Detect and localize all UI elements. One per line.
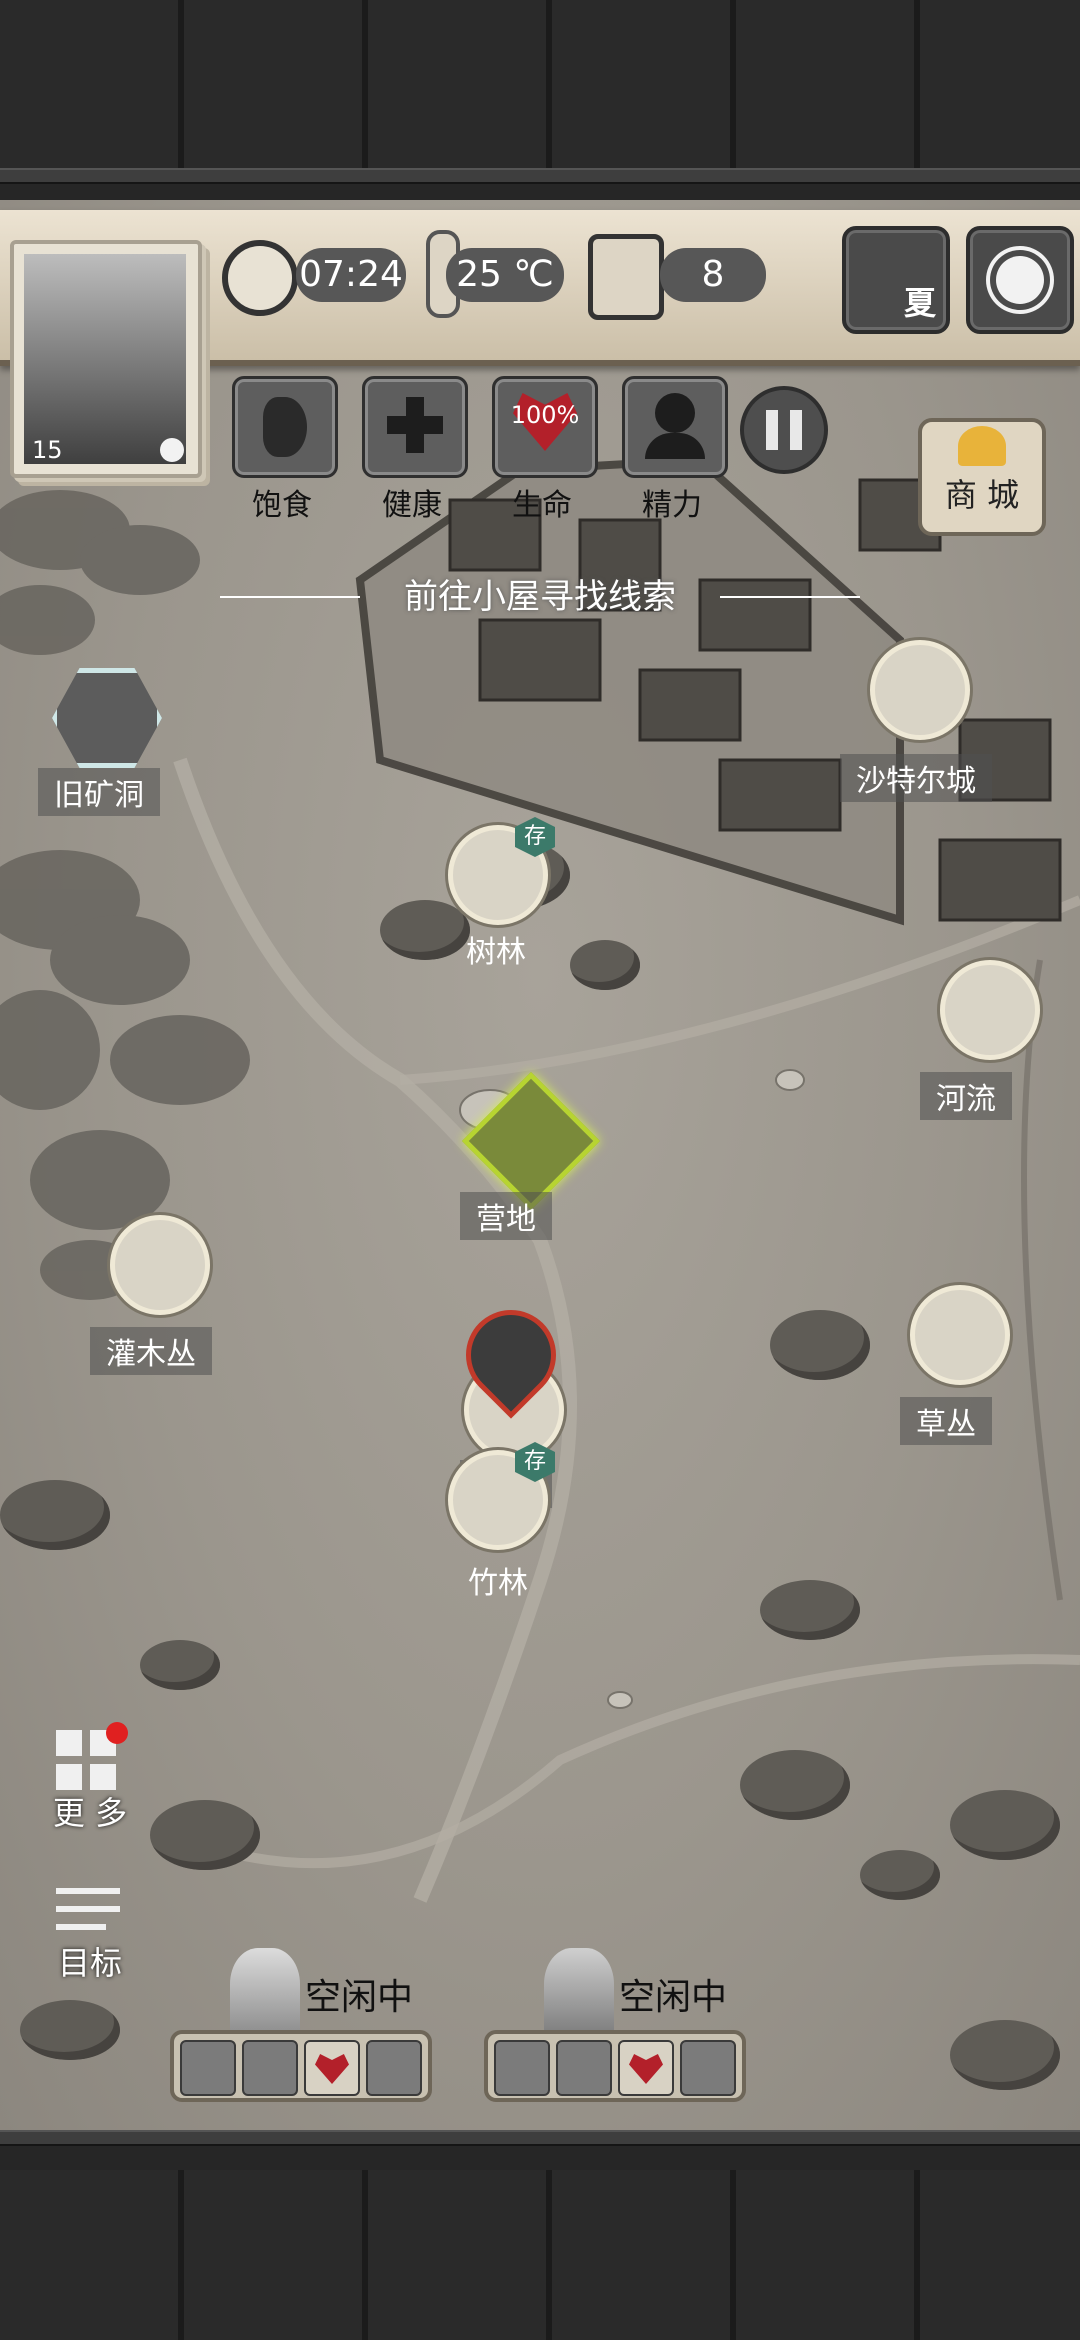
player-portrait-card[interactable]: 15	[10, 240, 202, 478]
cross-icon	[242, 2040, 298, 2096]
cross-icon	[556, 2040, 612, 2096]
worker-slot-1[interactable]: 空闲中	[170, 1948, 460, 2102]
person-icon	[366, 2040, 422, 2096]
location-label: 灌木丛	[90, 1327, 212, 1375]
person-icon	[655, 393, 695, 433]
shop-button[interactable]: 商 城	[918, 418, 1046, 536]
location-label: 竹林	[468, 1566, 528, 1601]
worker-portrait	[544, 1948, 614, 2038]
season-button[interactable]: 夏	[842, 226, 950, 334]
tree	[0, 1480, 110, 1550]
tree	[150, 1800, 260, 1870]
stat-energy-button[interactable]	[622, 376, 728, 478]
day-display: 8	[660, 248, 766, 302]
location-label: 河流	[920, 1072, 1012, 1120]
stat-label: 精力	[642, 488, 702, 523]
party-icon	[160, 438, 184, 462]
heart-icon	[618, 2040, 674, 2096]
season-label: 夏	[903, 284, 936, 322]
tree	[760, 1580, 860, 1640]
stat-label: 生命	[512, 488, 572, 523]
tree	[770, 1310, 870, 1380]
clock-icon	[222, 240, 298, 316]
worker-portrait	[230, 1948, 300, 2038]
more-label: 更 多	[52, 1794, 128, 1832]
temperature-display: 25 ℃	[446, 248, 564, 302]
life-percent: 100%	[510, 401, 580, 429]
checklist-icon	[56, 1888, 120, 1932]
location-label: 沙特尔城	[840, 754, 992, 802]
worker-slot-2[interactable]: 空闲中	[484, 1948, 774, 2102]
time-display: 07:24	[296, 248, 406, 302]
cross-icon	[387, 397, 443, 453]
pause-icon	[766, 410, 802, 450]
location-label: 旧矿洞	[38, 768, 160, 816]
worker-stats-panel	[170, 2030, 432, 2102]
banner-line-left	[220, 596, 360, 598]
tree	[20, 2000, 120, 2060]
stomach-icon	[494, 2040, 550, 2096]
stat-hunger-button[interactable]	[232, 376, 338, 478]
more-button[interactable]: 更 多	[40, 1722, 140, 1832]
pause-button[interactable]	[740, 386, 828, 474]
tree	[950, 1790, 1060, 1860]
stat-life-button[interactable]: 100%	[492, 376, 598, 478]
person-icon	[680, 2040, 736, 2096]
goal-button[interactable]: 目标	[40, 1888, 140, 1988]
tree	[950, 2020, 1060, 2090]
worker-status: 空闲中	[619, 1977, 728, 2018]
location-label: 营地	[460, 1192, 552, 1240]
stomach-icon	[180, 2040, 236, 2096]
heart-icon	[304, 2040, 360, 2096]
alert-dot	[106, 1722, 128, 1744]
player-level: 15	[32, 436, 63, 464]
stat-health-button[interactable]	[362, 376, 468, 478]
sun-icon	[996, 256, 1044, 304]
stomach-icon	[263, 397, 307, 457]
shell-icon	[958, 426, 1006, 466]
person-body	[645, 433, 705, 459]
shrub-icon	[110, 1215, 210, 1315]
stat-label: 饱食	[252, 488, 312, 523]
top-frame	[0, 168, 1080, 184]
location-label: 草丛	[900, 1397, 992, 1445]
top-wood-border	[0, 0, 1080, 168]
worker-stats-panel	[484, 2030, 746, 2102]
tree	[140, 1640, 220, 1690]
grass-icon	[910, 1285, 1010, 1385]
quest-banner: 前往小屋寻找线索	[220, 572, 860, 622]
stat-label: 健康	[382, 488, 442, 523]
bottom-wood-border	[0, 2170, 1080, 2340]
settings-button[interactable]	[966, 226, 1074, 334]
tree	[740, 1750, 850, 1820]
location-label: 树林	[466, 935, 526, 970]
quest-text: 前往小屋寻找线索	[404, 577, 676, 617]
goal-label: 目标	[57, 1944, 122, 1982]
tree	[860, 1850, 940, 1900]
bottom-frame	[0, 2130, 1080, 2146]
worker-status: 空闲中	[305, 1977, 414, 2018]
city-icon	[870, 640, 970, 740]
river-icon	[940, 960, 1040, 1060]
tree	[570, 940, 640, 990]
player-avatar	[24, 254, 186, 464]
calendar-icon	[588, 234, 664, 320]
banner-line-right	[720, 596, 860, 598]
shop-label: 商 城	[944, 476, 1020, 514]
